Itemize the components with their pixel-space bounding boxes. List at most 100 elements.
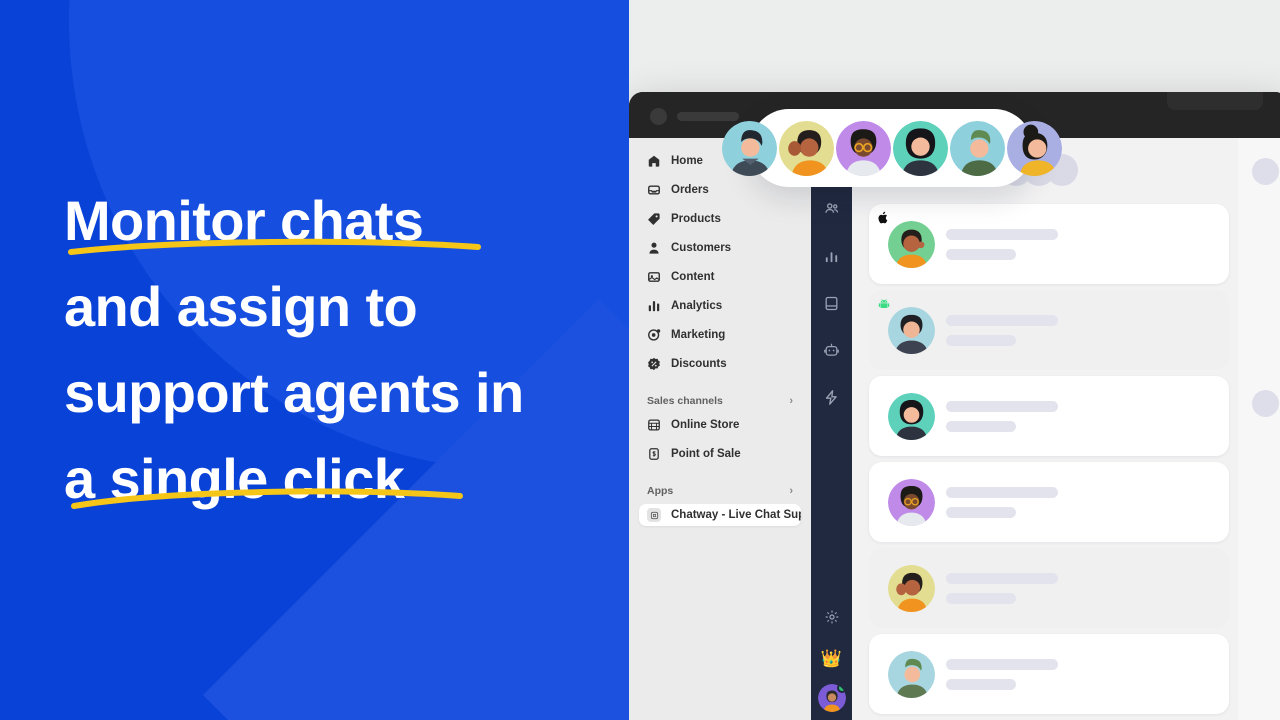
rail-chatbot-robot-icon[interactable]	[817, 335, 847, 365]
headline-line-1: Monitor chats	[64, 178, 609, 264]
skeleton-line	[946, 592, 1016, 604]
customer-avatar	[888, 650, 935, 698]
rail-knowledge-book-icon[interactable]	[817, 288, 847, 318]
chatway-app: 👑	[811, 138, 1280, 720]
chat-preview	[946, 400, 1058, 432]
rail-automation-bolt-icon[interactable]	[817, 382, 847, 412]
gear-icon[interactable]	[817, 602, 847, 632]
sidebar-item-discounts[interactable]: Discounts	[639, 353, 801, 375]
sidebar-item-label: Discounts	[671, 358, 727, 370]
pill-agent-avatar[interactable]	[949, 120, 1005, 176]
analytics-bars-icon	[647, 299, 661, 313]
chat-list-item[interactable]	[869, 462, 1229, 542]
sidebar-section-apps[interactable]: Apps ›	[639, 485, 801, 497]
discounts-badge-icon	[647, 357, 661, 371]
message-row	[1252, 390, 1280, 434]
marketing-panel: Monitor chats and assign to support agen…	[0, 0, 629, 720]
chevron-right-icon: ›	[789, 484, 793, 497]
products-tag-icon	[647, 212, 661, 226]
sidebar-item-label: Point of Sale	[671, 448, 741, 460]
online-status-dot	[836, 684, 846, 693]
rail-contacts-icon[interactable]	[817, 194, 847, 224]
customer-avatar	[888, 564, 935, 612]
sidebar-item-customers[interactable]: Customers	[639, 237, 801, 259]
skeleton-line	[946, 572, 1058, 584]
chatway-icon-rail: 👑	[811, 138, 852, 720]
sidebar-item-label: Orders	[671, 184, 709, 196]
skeleton-line	[946, 314, 1058, 326]
sidebar-item-point-of-sale[interactable]: Point of Sale	[639, 443, 801, 465]
sidebar-item-label: Marketing	[671, 329, 726, 341]
crown-glyph: 👑	[820, 648, 843, 668]
chat-preview	[946, 572, 1058, 604]
crown-icon[interactable]: 👑	[817, 643, 847, 673]
skeleton-line	[946, 506, 1016, 518]
agent-avatar-pill[interactable]	[721, 109, 1062, 187]
chevron-right-icon: ›	[789, 394, 793, 407]
skeleton-line	[946, 486, 1058, 498]
sidebar-section-title: Apps	[647, 485, 674, 497]
chat-preview	[946, 314, 1058, 346]
skeleton-line	[946, 678, 1016, 690]
skeleton-line	[946, 248, 1016, 260]
chat-list-item[interactable]	[869, 204, 1229, 284]
pill-agent-avatar[interactable]	[778, 120, 834, 176]
browser-viewport: Home Orders Products Customers Content A…	[629, 138, 1280, 720]
chat-list-item[interactable]	[869, 548, 1229, 628]
customer-avatar	[888, 306, 935, 354]
sidebar-item-marketing[interactable]: Marketing	[639, 324, 801, 346]
chatway-app-icon	[647, 508, 661, 522]
chat-list-item[interactable]	[869, 634, 1229, 714]
browser-tab-title-placeholder	[677, 112, 739, 121]
pill-agent-avatar[interactable]	[835, 120, 891, 176]
sidebar-item-label: Chatway - Live Chat Supp...	[671, 509, 801, 521]
rail-analytics-icon[interactable]	[817, 241, 847, 271]
account-avatar[interactable]	[817, 684, 846, 712]
pill-agent-avatar[interactable]	[721, 120, 777, 176]
sidebar-item-label: Products	[671, 213, 721, 225]
sidebar-item-chatway-app[interactable]: Chatway - Live Chat Supp...	[639, 504, 801, 526]
browser-tab-favicon-placeholder	[650, 108, 667, 125]
rail-bottom-group: 👑	[811, 602, 852, 714]
sidebar-item-label: Analytics	[671, 300, 723, 312]
customers-person-icon	[647, 241, 661, 255]
sidebar-item-label: Customers	[671, 242, 732, 254]
chat-preview	[946, 486, 1058, 518]
skeleton-line	[946, 334, 1016, 346]
customer-avatar	[888, 392, 935, 440]
skeleton-line	[946, 658, 1058, 670]
content-icon	[647, 270, 661, 284]
sidebar-section-sales-channels[interactable]: Sales channels ›	[639, 395, 801, 407]
apple-platform-icon	[877, 211, 890, 224]
chat-list-item[interactable]	[869, 290, 1229, 370]
sidebar-item-label: Home	[671, 155, 703, 167]
skeleton-line	[946, 228, 1058, 240]
online-store-icon	[647, 418, 661, 432]
shopify-sidebar: Home Orders Products Customers Content A…	[629, 138, 811, 720]
sidebar-item-label: Online Store	[671, 419, 740, 431]
point-of-sale-icon	[647, 447, 661, 461]
customer-avatar	[888, 478, 935, 526]
pill-agent-avatar[interactable]	[1006, 120, 1062, 176]
chat-list-item[interactable]	[869, 376, 1229, 456]
skeleton-line	[946, 420, 1016, 432]
sidebar-item-label: Content	[671, 271, 715, 283]
sidebar-section-title: Sales channels	[647, 395, 723, 407]
sidebar-item-online-store[interactable]: Online Store	[639, 414, 801, 436]
pill-agent-avatar[interactable]	[892, 120, 948, 176]
marketing-headline: Monitor chats and assign to support agen…	[64, 178, 609, 522]
sidebar-item-products[interactable]: Products	[639, 208, 801, 230]
customer-avatar	[888, 220, 935, 268]
chat-preview	[946, 228, 1058, 260]
browser-secondary-tab[interactable]	[1167, 92, 1263, 110]
skeleton-line	[946, 400, 1058, 412]
message-row	[1252, 158, 1280, 202]
headline-line-2: and assign to	[64, 275, 418, 338]
marketing-target-icon	[647, 328, 661, 342]
home-icon	[647, 154, 661, 168]
headline-line-3: support agents in	[64, 361, 524, 424]
sidebar-item-content[interactable]: Content	[639, 266, 801, 288]
sidebar-item-analytics[interactable]: Analytics	[639, 295, 801, 317]
orders-icon	[647, 183, 661, 197]
message-avatar	[1252, 390, 1279, 417]
